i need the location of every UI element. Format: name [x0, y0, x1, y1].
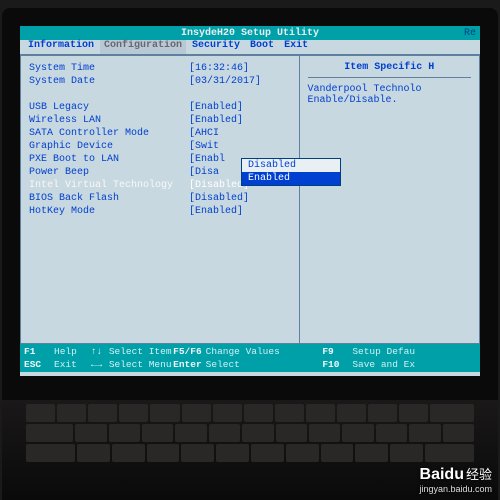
- settings-panel: System Time [16:32:46] System Date [03/3…: [20, 55, 299, 344]
- menu-boot[interactable]: Boot: [246, 40, 278, 54]
- value: [03/31/2017]: [189, 76, 261, 87]
- menu-security[interactable]: Security: [188, 40, 244, 54]
- revision: Re: [464, 28, 476, 39]
- label: System Date: [29, 76, 189, 87]
- hint-select: Select: [206, 359, 240, 370]
- utility-title: InsydeH20 Setup Utility: [181, 28, 319, 39]
- value: [Enabled]: [189, 115, 243, 126]
- footer-bar: F1 Help ↑↓ Select Item F5/F6 Change Values F…: [20, 344, 480, 372]
- value: [Enabled]: [189, 102, 243, 113]
- key-f1: F1: [24, 346, 50, 357]
- arrow-updown-icon: ↑↓: [91, 346, 105, 357]
- value: [Enabled]: [189, 206, 243, 217]
- help-panel: Item Specific H Vanderpool Technolo Enab…: [299, 55, 480, 344]
- hint-help: Help: [54, 346, 77, 357]
- label: PXE Boot to LAN: [29, 154, 189, 165]
- label: HotKey Mode: [29, 206, 189, 217]
- laptop-frame: InsydeH20 Setup Utility Re Information C…: [2, 8, 498, 500]
- help-text-2: Enable/Disable.: [308, 95, 471, 106]
- setting-system-date[interactable]: System Date [03/31/2017]: [29, 75, 291, 88]
- value: [Swit: [189, 141, 219, 152]
- value: [AHCI: [189, 128, 219, 139]
- label: Intel Virtual Technology: [29, 180, 189, 191]
- value: [Disabled]: [189, 180, 249, 191]
- hint-select-menu: Select Menu: [109, 359, 172, 370]
- setting-sata-mode[interactable]: SATA Controller Mode [AHCI: [29, 127, 291, 140]
- key-enter: Enter: [173, 359, 202, 370]
- label: Wireless LAN: [29, 115, 189, 126]
- value: [Enabl: [189, 154, 225, 165]
- help-text-1: Vanderpool Technolo: [308, 84, 471, 95]
- watermark-url: jingyan.baidu.com: [419, 484, 492, 494]
- value: [16:32:46]: [189, 63, 249, 74]
- hint-exit: Exit: [54, 359, 77, 370]
- label: SATA Controller Mode: [29, 128, 189, 139]
- arrow-leftright-icon: ←→: [91, 359, 105, 370]
- hint-change-values: Change Values: [206, 346, 280, 357]
- dropdown-enabled[interactable]: Enabled: [242, 172, 340, 185]
- setting-wireless-lan[interactable]: Wireless LAN [Enabled]: [29, 114, 291, 127]
- dropdown-disabled[interactable]: Disabled: [242, 159, 340, 172]
- bios-screen: InsydeH20 Setup Utility Re Information C…: [20, 26, 480, 376]
- setting-hotkey-mode[interactable]: HotKey Mode [Enabled]: [29, 205, 291, 218]
- label: USB Legacy: [29, 102, 189, 113]
- key-esc: ESC: [24, 359, 50, 370]
- menu-information[interactable]: Information: [24, 40, 98, 54]
- key-f10: F10: [322, 359, 348, 370]
- label: Graphic Device: [29, 141, 189, 152]
- main-area: System Time [16:32:46] System Date [03/3…: [20, 54, 480, 344]
- watermark: Baidu经验 jingyan.baidu.com: [419, 464, 492, 494]
- value: [Disa: [189, 167, 219, 178]
- label: System Time: [29, 63, 189, 74]
- hint-setup-default: Setup Defau: [352, 346, 415, 357]
- setting-bios-back-flash[interactable]: BIOS Back Flash [Disabled]: [29, 192, 291, 205]
- setting-graphic-device[interactable]: Graphic Device [Swit: [29, 140, 291, 153]
- help-title: Item Specific H: [308, 62, 471, 78]
- menu-bar[interactable]: Information Configuration Security Boot …: [20, 40, 480, 54]
- label: BIOS Back Flash: [29, 193, 189, 204]
- title-bar: InsydeH20 Setup Utility Re: [20, 26, 480, 40]
- hint-select-item: Select Item: [109, 346, 172, 357]
- key-f9: F9: [322, 346, 348, 357]
- watermark-cn: 经验: [466, 467, 492, 482]
- menu-configuration[interactable]: Configuration: [100, 40, 186, 54]
- setting-system-time[interactable]: System Time [16:32:46]: [29, 62, 291, 75]
- option-dropdown[interactable]: Disabled Enabled: [241, 158, 341, 186]
- key-f5f6: F5/F6: [173, 346, 202, 357]
- setting-usb-legacy[interactable]: USB Legacy [Enabled]: [29, 101, 291, 114]
- value: [Disabled]: [189, 193, 249, 204]
- watermark-logo: Baidu: [420, 466, 464, 483]
- menu-exit[interactable]: Exit: [280, 40, 312, 54]
- hint-save-exit: Save and Ex: [352, 359, 415, 370]
- label: Power Beep: [29, 167, 189, 178]
